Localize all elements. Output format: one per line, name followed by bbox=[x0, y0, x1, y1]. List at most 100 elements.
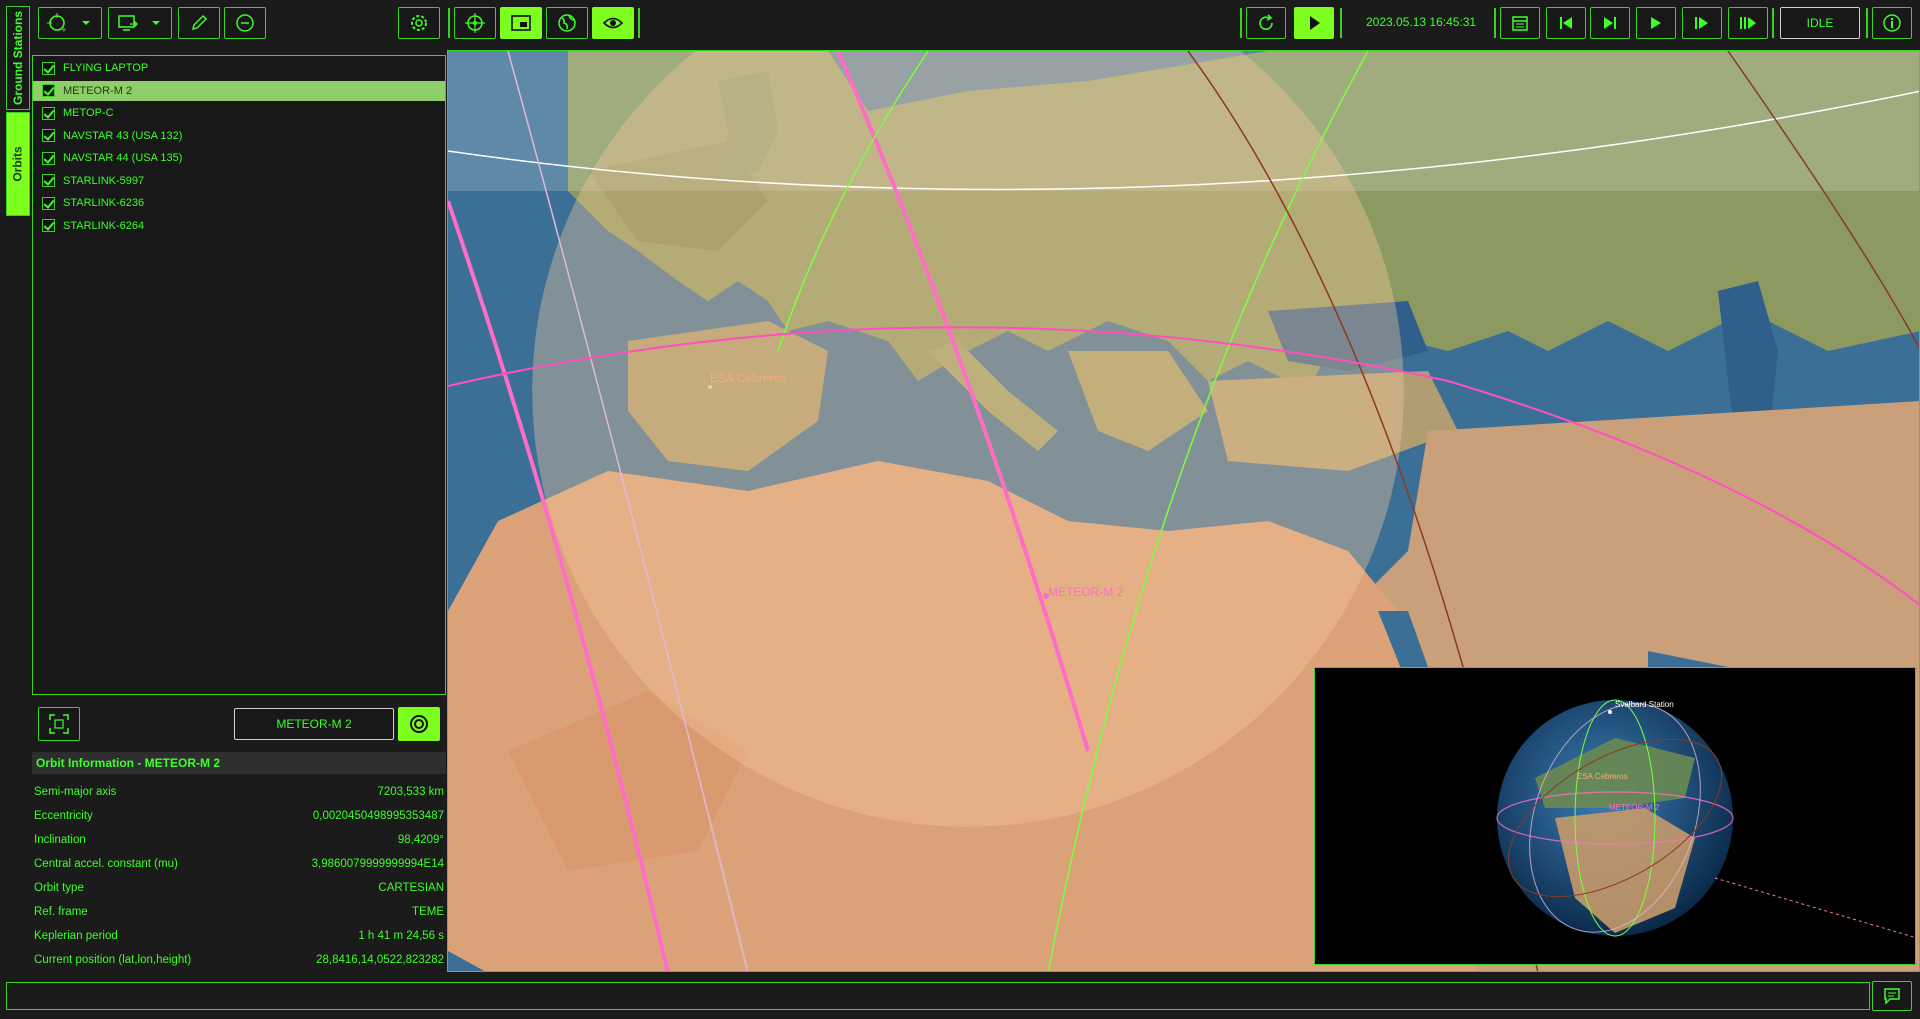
skip-forward-icon bbox=[1604, 17, 1616, 29]
list-item[interactable]: NAVSTAR 44 (USA 135) bbox=[33, 148, 445, 168]
chevron-down-icon[interactable] bbox=[149, 16, 163, 30]
status-bar[interactable] bbox=[6, 982, 1870, 1010]
skip-back-button[interactable] bbox=[1546, 7, 1586, 39]
orbit-info-value: 3,9860079999999994E14 bbox=[311, 858, 444, 870]
toolbar-divider bbox=[1772, 8, 1774, 38]
orbit-info-value: 98,4209° bbox=[397, 834, 444, 846]
globe-inset[interactable]: Svalbard Station ESA Cebreros METEOR-M 2 bbox=[1314, 667, 1916, 965]
eye-button[interactable] bbox=[592, 7, 634, 39]
pip-button[interactable] bbox=[500, 7, 542, 39]
edit-button[interactable] bbox=[178, 7, 220, 39]
orbit-info-row: Keplerian period 1 h 41 m 24,56 s bbox=[34, 925, 444, 947]
globe-button[interactable] bbox=[546, 7, 588, 39]
orbit-info-value: 7203,533 km bbox=[377, 786, 445, 798]
pencil-icon bbox=[191, 14, 208, 31]
orbit-info-title: Orbit Information - METEOR-M 2 bbox=[32, 752, 446, 774]
crosshair-icon bbox=[465, 13, 485, 33]
list-item[interactable]: STARLINK-5997 bbox=[33, 171, 445, 191]
orbit-checkbox[interactable] bbox=[42, 151, 55, 165]
orbit-info-label: Inclination bbox=[34, 834, 86, 846]
remove-button[interactable] bbox=[224, 7, 266, 39]
tab-ground-stations[interactable]: Ground Stations bbox=[6, 6, 30, 110]
tab-ground-stations-label: Ground Stations bbox=[11, 11, 25, 105]
toolbar-divider bbox=[1494, 8, 1496, 38]
refresh-icon bbox=[1259, 14, 1273, 30]
sim-datetime: 2023.05.13 16:45:31 bbox=[1366, 15, 1477, 29]
toolbar-divider bbox=[638, 8, 640, 38]
orbit-list[interactable]: FLYING LAPTOP METEOR-M 2 METOP-C NAVSTAR 43… bbox=[32, 55, 446, 695]
gear-icon bbox=[411, 15, 427, 31]
orbit-info-row: Ref. frame TEME bbox=[34, 901, 444, 923]
import-button[interactable] bbox=[108, 7, 172, 39]
orbit-label: STARLINK-5997 bbox=[63, 174, 145, 187]
list-item[interactable]: METOP-C bbox=[33, 103, 445, 123]
focus-frame-icon bbox=[49, 714, 69, 734]
svg-text:+: + bbox=[61, 26, 67, 34]
play-icon bbox=[1310, 16, 1320, 30]
orbit-info-label: Orbit type bbox=[34, 882, 84, 894]
chevron-down-icon[interactable] bbox=[79, 16, 93, 30]
skip-back-icon bbox=[1560, 17, 1572, 29]
orbit-label: FLYING LAPTOP bbox=[63, 62, 149, 74]
orbit-checkbox[interactable] bbox=[42, 129, 55, 142]
orbit-info-label: Keplerian period bbox=[34, 930, 118, 942]
import-icon bbox=[118, 15, 138, 31]
track-button[interactable] bbox=[398, 707, 440, 741]
list-item[interactable]: FLYING LAPTOP bbox=[33, 58, 445, 78]
orbit-info-value: CARTESIAN bbox=[378, 882, 444, 894]
orbit-checkbox[interactable] bbox=[42, 219, 55, 232]
target-add-icon: + bbox=[47, 13, 67, 34]
orbit-checkbox[interactable] bbox=[42, 61, 55, 75]
orbit-checkbox[interactable] bbox=[42, 106, 55, 120]
orbit-label: METEOR-M 2 bbox=[63, 84, 133, 97]
settings-button[interactable] bbox=[398, 7, 440, 39]
orbit-checkbox[interactable] bbox=[42, 174, 55, 187]
map-station-label[interactable]: ESA Cebreros bbox=[710, 371, 786, 385]
list-item[interactable]: STARLINK-6264 bbox=[33, 216, 445, 236]
toolbar-divider bbox=[1340, 8, 1342, 38]
status-text: IDLE bbox=[1806, 16, 1834, 30]
add-station-button[interactable]: + bbox=[38, 7, 102, 39]
tab-orbits-label: Orbits bbox=[11, 146, 25, 182]
realtime-play-button[interactable] bbox=[1636, 7, 1676, 39]
orbit-label: STARLINK-6264 bbox=[63, 219, 145, 232]
orbit-info-row: Current position (lat,lon,height) 28,8416… bbox=[34, 949, 444, 971]
target-icon bbox=[410, 715, 428, 733]
focus-button[interactable] bbox=[38, 707, 80, 741]
inset-station-svalbard: Svalbard Station bbox=[1615, 700, 1674, 709]
orbit-info-value: TEME bbox=[412, 906, 444, 918]
orbit-info-row: Inclination 98,4209° bbox=[34, 829, 444, 851]
info-icon bbox=[1883, 14, 1901, 32]
orbit-info-row: Eccentricity 0,0020450498995353487 bbox=[34, 805, 444, 827]
calendar-button[interactable] bbox=[1500, 7, 1540, 39]
skip-forward-button[interactable] bbox=[1590, 7, 1630, 39]
info-button[interactable] bbox=[1872, 7, 1912, 39]
orbit-info-label: Current position (lat,lon,height) bbox=[34, 954, 192, 966]
refresh-button[interactable] bbox=[1246, 7, 1286, 39]
play-button[interactable] bbox=[1294, 7, 1334, 39]
orbit-info-value: 28,8416,14,0522,823282 bbox=[316, 954, 444, 966]
pip-icon bbox=[511, 15, 531, 31]
orbit-info-label: Central accel. constant (mu) bbox=[34, 858, 178, 870]
tab-orbits[interactable]: Orbits bbox=[6, 112, 30, 216]
orbit-checkbox[interactable] bbox=[42, 196, 55, 210]
orbit-label: NAVSTAR 44 (USA 135) bbox=[63, 152, 183, 164]
orbit-label: METOP-C bbox=[63, 107, 114, 119]
crosshair-button[interactable] bbox=[454, 7, 496, 39]
minus-icon bbox=[236, 14, 254, 32]
orbit-info-row: Semi-major axis 7203,533 km bbox=[34, 781, 444, 803]
chat-icon bbox=[1884, 988, 1900, 1005]
toolbar-divider bbox=[1866, 8, 1868, 38]
map-satellite-label[interactable]: METEOR-M 2 bbox=[1048, 585, 1123, 599]
list-item[interactable]: METEOR-M 2 bbox=[33, 80, 445, 101]
orbit-checkbox[interactable] bbox=[42, 84, 55, 97]
selected-orbit-field[interactable]: METEOR-M 2 bbox=[234, 708, 394, 740]
fast-forward-button[interactable] bbox=[1682, 7, 1722, 39]
list-item[interactable]: STARLINK-6236 bbox=[33, 193, 445, 213]
chat-button[interactable] bbox=[1872, 981, 1912, 1011]
list-item[interactable]: NAVSTAR 43 (USA 132) bbox=[33, 126, 445, 146]
faster-forward-button[interactable] bbox=[1728, 7, 1768, 39]
orbit-label: STARLINK-6236 bbox=[63, 197, 145, 209]
globe-view[interactable] bbox=[1315, 668, 1916, 965]
inset-station-cebreros: ESA Cebreros bbox=[1577, 772, 1628, 781]
